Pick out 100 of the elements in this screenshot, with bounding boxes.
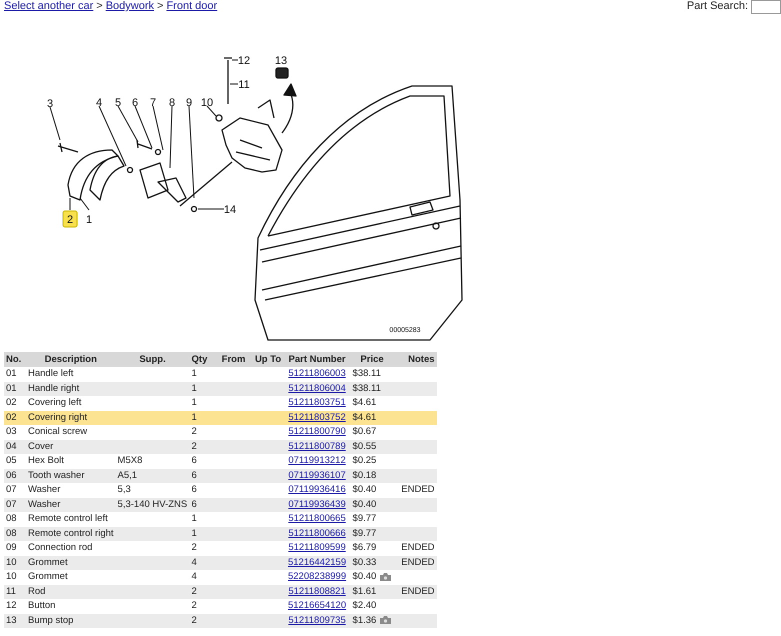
supplement-text: A5,1 xyxy=(118,470,138,481)
callout-number[interactable]: 11 xyxy=(238,79,250,91)
column-header: Up To xyxy=(250,352,286,367)
column-header: From xyxy=(216,352,251,367)
callout-number[interactable]: 3 xyxy=(46,98,54,110)
part-number-link[interactable]: 07119936107 xyxy=(288,470,346,481)
part-number-index: 07 xyxy=(6,484,17,496)
table-row[interactable]: 06 Tooth washer A5,1 6 07119936107 $0.18 xyxy=(4,468,437,483)
price: $38.11 xyxy=(352,382,381,394)
callout-number[interactable]: 2 xyxy=(66,214,74,226)
quantity: 1 xyxy=(192,382,197,394)
part-description: Covering left xyxy=(28,397,82,408)
price: $0.55 xyxy=(352,440,376,452)
part-number-index: 01 xyxy=(6,382,17,394)
status-note: ENDED xyxy=(401,484,435,496)
part-number-index: 02 xyxy=(6,412,17,423)
table-row[interactable]: 11 Rod 2 51211808821 $1.61 ENDED xyxy=(4,584,437,599)
part-number-link[interactable]: 51211800790 xyxy=(288,426,346,438)
part-number-index: 10 xyxy=(6,556,17,568)
price: $4.61 xyxy=(352,397,376,408)
part-number-index: 08 xyxy=(6,513,17,524)
part-number-link[interactable]: 51211809735 xyxy=(288,614,346,626)
callout-number[interactable]: 6 xyxy=(132,97,138,109)
callout-number[interactable]: 1 xyxy=(86,214,92,226)
part-number-link[interactable]: 51216654120 xyxy=(288,600,346,612)
callout-number[interactable]: 9 xyxy=(186,97,192,109)
part-number-index: 05 xyxy=(6,455,17,466)
part-number-link[interactable]: 51216442159 xyxy=(288,556,346,568)
callout-number[interactable]: 7 xyxy=(150,97,156,109)
part-number-index: 11 xyxy=(6,586,16,597)
part-number-link[interactable]: 07119936439 xyxy=(288,498,346,510)
part-number-link[interactable]: 51211809599 xyxy=(288,542,346,554)
price: $9.77 xyxy=(352,513,376,524)
part-description: Button xyxy=(28,600,56,612)
part-description: Washer xyxy=(28,498,60,510)
table-row[interactable]: 08 Remote control right 1 51211800666 $9.77 xyxy=(4,526,437,541)
camera-icon[interactable] xyxy=(380,616,392,624)
leader-line xyxy=(170,106,172,168)
table-row[interactable]: 13 Bump stop 2 51211809735 $1.36 xyxy=(4,614,437,628)
callout-number[interactable]: 14 xyxy=(224,204,236,216)
part-description: Rod xyxy=(28,586,46,597)
column-header: Description xyxy=(26,352,116,367)
part-description: Covering right xyxy=(28,412,88,423)
quantity: 1 xyxy=(192,528,197,539)
part-number-link[interactable]: 51211808821 xyxy=(288,586,346,597)
callout-number[interactable]: 5 xyxy=(114,97,122,109)
part-number-link[interactable]: 51211800789 xyxy=(288,440,346,452)
quantity: 4 xyxy=(192,556,197,568)
quantity: 2 xyxy=(192,426,197,438)
quantity: 6 xyxy=(192,470,197,481)
price: $0.67 xyxy=(352,426,376,438)
part-description: Washer xyxy=(28,484,60,496)
part-number-link[interactable]: 07119936416 xyxy=(288,484,346,496)
quantity: 1 xyxy=(192,412,197,423)
column-header: Qty xyxy=(190,352,217,367)
part-number-link[interactable]: 52208238999 xyxy=(288,571,346,582)
part-number-link[interactable]: 07119913212 xyxy=(288,455,346,466)
part-search-field[interactable] xyxy=(751,0,781,14)
part-description: Handle left xyxy=(28,368,74,380)
supplement-text: 5,3-140 HV-ZNS xyxy=(118,498,188,510)
part-number-link[interactable]: 51211803751 xyxy=(288,397,346,408)
price: $0.33 xyxy=(352,556,376,568)
quantity: 2 xyxy=(192,542,197,554)
callout-number[interactable]: 4 xyxy=(96,97,102,109)
part-number-link[interactable]: 51211806003 xyxy=(288,368,346,380)
part-number-index: 07 xyxy=(6,498,17,510)
breadcrumb-separator: > xyxy=(96,0,103,13)
callout-number[interactable]: 10 xyxy=(200,97,214,109)
price: $0.40 xyxy=(352,498,376,510)
part-number-index: 06 xyxy=(6,470,17,481)
breadcrumb-link[interactable]: Front door xyxy=(166,0,218,13)
part-number-index: 02 xyxy=(6,397,17,408)
price: $1.61 xyxy=(352,586,376,597)
status-note: ENDED xyxy=(401,556,435,568)
quantity: 1 xyxy=(192,368,197,380)
callout-number[interactable]: 12 xyxy=(238,55,250,67)
part-description: Bump stop xyxy=(28,614,74,626)
part-number-link[interactable]: 51211800666 xyxy=(288,528,346,539)
quantity: 1 xyxy=(192,513,197,524)
column-header: Part Number xyxy=(286,352,349,367)
part-number-index: 08 xyxy=(6,528,17,539)
callout-number[interactable]: 8 xyxy=(168,97,176,109)
breadcrumb-link[interactable]: Bodywork xyxy=(106,0,154,13)
part-description: Grommet xyxy=(28,556,68,568)
part-number-index: 10 xyxy=(6,571,17,582)
leader-line xyxy=(50,106,60,140)
supplement-text: M5X8 xyxy=(118,455,142,466)
breadcrumb-separator: > xyxy=(157,0,164,13)
camera-icon[interactable] xyxy=(380,572,392,581)
part-number-link[interactable]: 51211800665 xyxy=(288,513,346,524)
part-description: Tooth washer xyxy=(28,470,85,481)
breadcrumb-link[interactable]: Select another car xyxy=(4,0,94,13)
price: $6.79 xyxy=(352,542,376,554)
table-row[interactable]: 07 Washer 5,3-140 HV-ZNS 6 07119936439 $0.40 xyxy=(4,498,437,512)
column-header: Notes xyxy=(396,352,437,367)
part-number-link[interactable]: 51211803752 xyxy=(288,412,346,423)
table-row[interactable]: 10 Grommet 4 51216442159 $0.33 ENDED xyxy=(4,556,437,570)
part-number-link[interactable]: 51211806004 xyxy=(288,382,346,394)
callout-number[interactable]: 13 xyxy=(274,55,288,67)
table-row[interactable]: 04 Cover 2 51211800789 $0.55 xyxy=(4,440,437,454)
